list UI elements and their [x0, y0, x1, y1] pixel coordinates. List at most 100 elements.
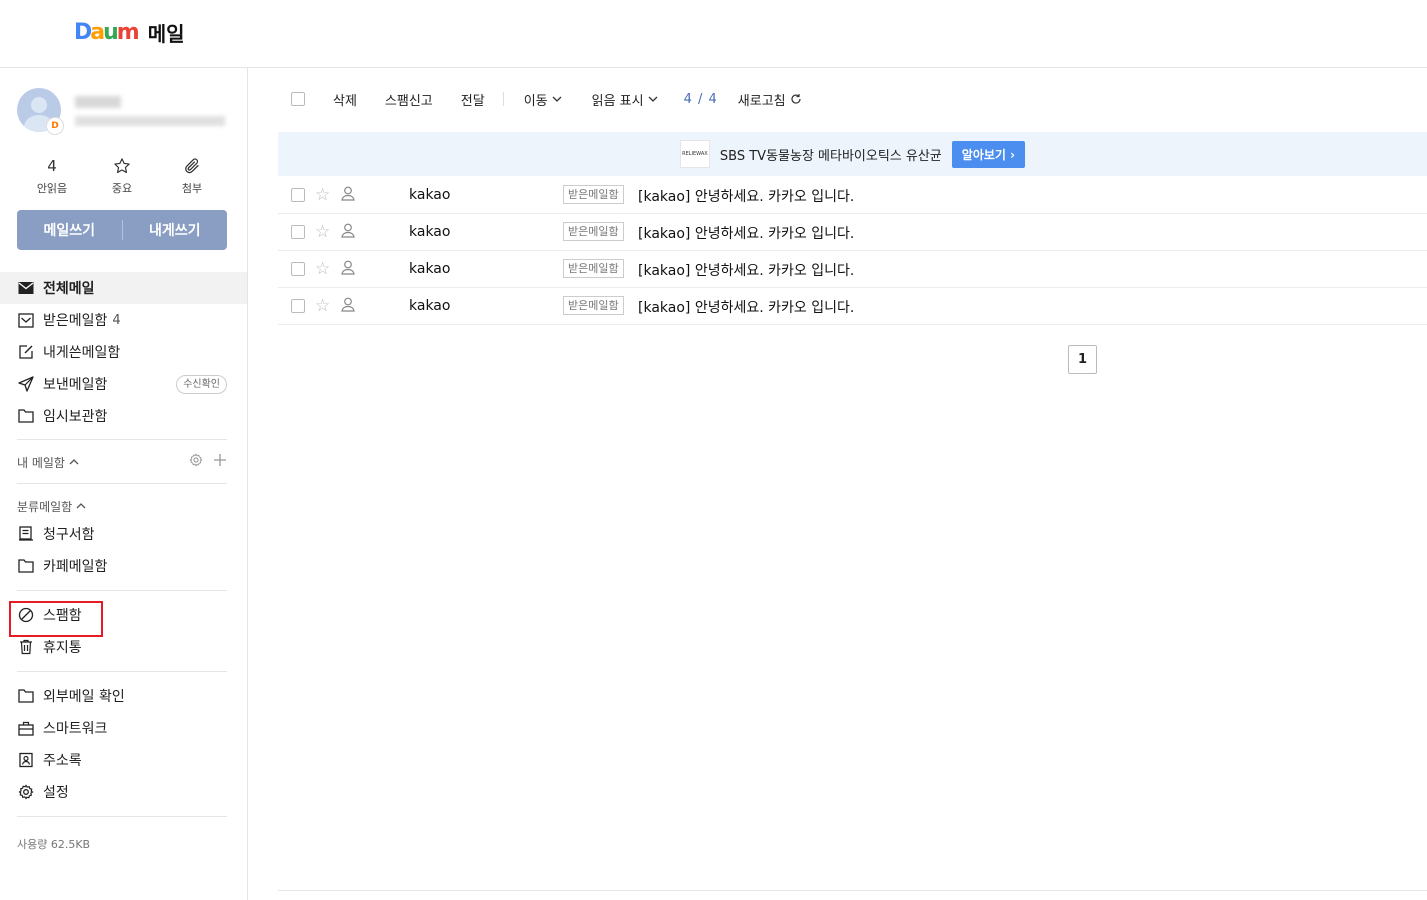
category-label: 분류메일함 — [17, 499, 73, 514]
person-icon[interactable] — [341, 186, 355, 205]
star-icon[interactable]: ☆ — [315, 185, 330, 205]
item-label: 외부메일 확인 — [43, 689, 125, 705]
write-to-self-button[interactable]: 내게쓰기 — [123, 220, 228, 240]
spam-highlight-box — [9, 601, 103, 637]
folder-label: 청구서함 — [43, 527, 95, 543]
extras-list: 외부메일 확인 스마트워크 주소록 설정 — [0, 680, 247, 808]
folder-label: 보낸메일함 — [43, 377, 108, 393]
mail-sender: kakao — [409, 298, 451, 314]
my-mailbox-header[interactable]: 내 메일함 — [17, 452, 227, 472]
item-label: 설정 — [43, 785, 69, 801]
ad-learn-more-button[interactable]: 알아보기 › — [951, 140, 1026, 168]
spam-report-button[interactable]: 스팸신고 — [385, 90, 433, 109]
mail-count: 4 / 4 — [683, 91, 718, 107]
person-icon[interactable] — [341, 260, 355, 279]
logo-letter: a — [90, 20, 105, 45]
send-icon — [17, 375, 35, 393]
mailbox-tag: 받은메일함 — [563, 222, 624, 241]
mail-subject[interactable]: [kakao] 안녕하세요. 카카오 입니다. — [638, 260, 854, 280]
logo-letter: D — [74, 20, 92, 45]
settings[interactable]: 설정 — [0, 776, 247, 808]
folder-label: 카페메일함 — [43, 559, 108, 575]
compose-button[interactable]: 메일쓰기 — [17, 220, 122, 240]
plus-icon[interactable] — [213, 453, 227, 471]
mail-main-area: 삭제 스팸신고 전달 이동 읽음 표시 4 / 4 새로고침 RELIEWAX … — [248, 68, 1427, 900]
person-icon[interactable] — [341, 297, 355, 316]
address-book[interactable]: 주소록 — [0, 744, 247, 776]
unread-count: 4 — [47, 157, 57, 175]
quick-filters: 4 안읽음 중요 첨부 — [17, 156, 227, 196]
important-filter[interactable]: 중요 — [87, 156, 157, 196]
select-all-checkbox[interactable] — [291, 92, 305, 106]
daum-mail-logo[interactable]: D a u m 메일 — [74, 18, 185, 47]
person-icon[interactable] — [341, 223, 355, 242]
mail-row[interactable]: ☆ kakao 받은메일함 [kakao] 안녕하세요. 카카오 입니다. — [278, 177, 1427, 214]
folder-self-sent[interactable]: 내게쓴메일함 — [0, 336, 247, 368]
star-icon[interactable]: ☆ — [315, 259, 330, 279]
unread-label: 안읽음 — [36, 182, 68, 195]
mail-subject[interactable]: [kakao] 안녕하세요. 카카오 입니다. — [638, 223, 854, 243]
folder-sent[interactable]: 보낸메일함 수신확인 — [0, 368, 247, 400]
external-mail-check[interactable]: 외부메일 확인 — [0, 680, 247, 712]
mail-checkbox[interactable] — [291, 225, 305, 239]
smartwork[interactable]: 스마트워크 — [0, 712, 247, 744]
mail-subject[interactable]: [kakao] 안녕하세요. 카카오 입니다. — [638, 186, 854, 206]
star-icon[interactable]: ☆ — [315, 296, 330, 316]
divider — [17, 483, 227, 484]
ad-logo: RELIEWAX — [679, 140, 710, 168]
mail-sender: kakao — [409, 187, 451, 203]
star-icon — [87, 156, 157, 176]
divider — [17, 671, 227, 672]
divider — [17, 439, 227, 440]
forward-button[interactable]: 전달 — [461, 90, 485, 109]
unread-filter[interactable]: 4 안읽음 — [17, 156, 87, 196]
refresh-button[interactable]: 새로고침 — [738, 90, 802, 109]
folder-bills[interactable]: 청구서함 — [0, 518, 247, 550]
ad-button-label: 알아보기 — [961, 147, 1006, 162]
mail-subject[interactable]: [kakao] 안녕하세요. 카카오 입니다. — [638, 297, 854, 317]
mark-read-label: 읽음 표시 — [591, 93, 644, 109]
my-mailbox-tools — [189, 453, 227, 471]
mail-row[interactable]: ☆ kakao 받은메일함 [kakao] 안녕하세요. 카카오 입니다. — [278, 288, 1427, 325]
star-icon[interactable]: ☆ — [315, 222, 330, 242]
contact-icon — [17, 751, 35, 769]
gear-icon[interactable] — [189, 453, 203, 471]
folder-icon — [17, 407, 35, 425]
divider — [17, 816, 227, 817]
refresh-label: 새로고침 — [737, 93, 786, 109]
mailbox-tag: 받은메일함 — [563, 259, 624, 278]
move-label: 이동 — [523, 93, 548, 109]
ad-banner[interactable]: RELIEWAX SBS TV동물농장 메타바이오틱스 유산균 알아보기 › — [278, 132, 1427, 176]
folder-drafts[interactable]: 임시보관함 — [0, 400, 247, 432]
briefcase-icon — [17, 719, 35, 737]
mailbox-tag: 받은메일함 — [563, 185, 624, 204]
profile[interactable]: D — [17, 88, 229, 138]
folder-label: 내게쓴메일함 — [43, 345, 121, 361]
delete-button[interactable]: 삭제 — [333, 90, 357, 109]
move-dropdown[interactable]: 이동 — [524, 90, 562, 109]
mail-checkbox[interactable] — [291, 262, 305, 276]
mail-checkbox[interactable] — [291, 299, 305, 313]
write-button-group: 메일쓰기 내게쓰기 — [17, 210, 227, 250]
attachment-filter[interactable]: 첨부 — [157, 156, 227, 196]
folder-all-mail[interactable]: 전체메일 — [0, 272, 247, 304]
mark-read-dropdown[interactable]: 읽음 표시 — [592, 90, 658, 109]
read-receipt-button[interactable]: 수신확인 — [176, 375, 227, 394]
mail-row[interactable]: ☆ kakao 받은메일함 [kakao] 안녕하세요. 카카오 입니다. — [278, 214, 1427, 251]
mail-checkbox[interactable] — [291, 188, 305, 202]
logo-letter: m — [116, 20, 140, 45]
folder-inbox[interactable]: 받은메일함 4 — [0, 304, 247, 336]
folder-cafe[interactable]: 카페메일함 — [0, 550, 247, 582]
page-1-button[interactable]: 1 — [1068, 345, 1097, 374]
main-folder-list: 전체메일 받은메일함 4 내게쓴메일함 보낸메일함 수신확인 임시보관함 — [0, 272, 247, 432]
daum-logo[interactable]: D a u m — [74, 20, 140, 45]
attachment-label: 첨부 — [181, 182, 203, 195]
mail-sender: kakao — [409, 261, 451, 277]
folder-label: 전체메일 — [43, 281, 95, 297]
category-mailbox-header[interactable]: 분류메일함 — [17, 496, 227, 516]
mail-row[interactable]: ☆ kakao 받은메일함 [kakao] 안녕하세요. 카카오 입니다. — [278, 251, 1427, 288]
profile-name-redacted — [75, 96, 121, 108]
inbox-count: 4 — [112, 312, 121, 328]
mailbox-tag: 받은메일함 — [563, 296, 624, 315]
logo-letter: u — [103, 20, 119, 45]
